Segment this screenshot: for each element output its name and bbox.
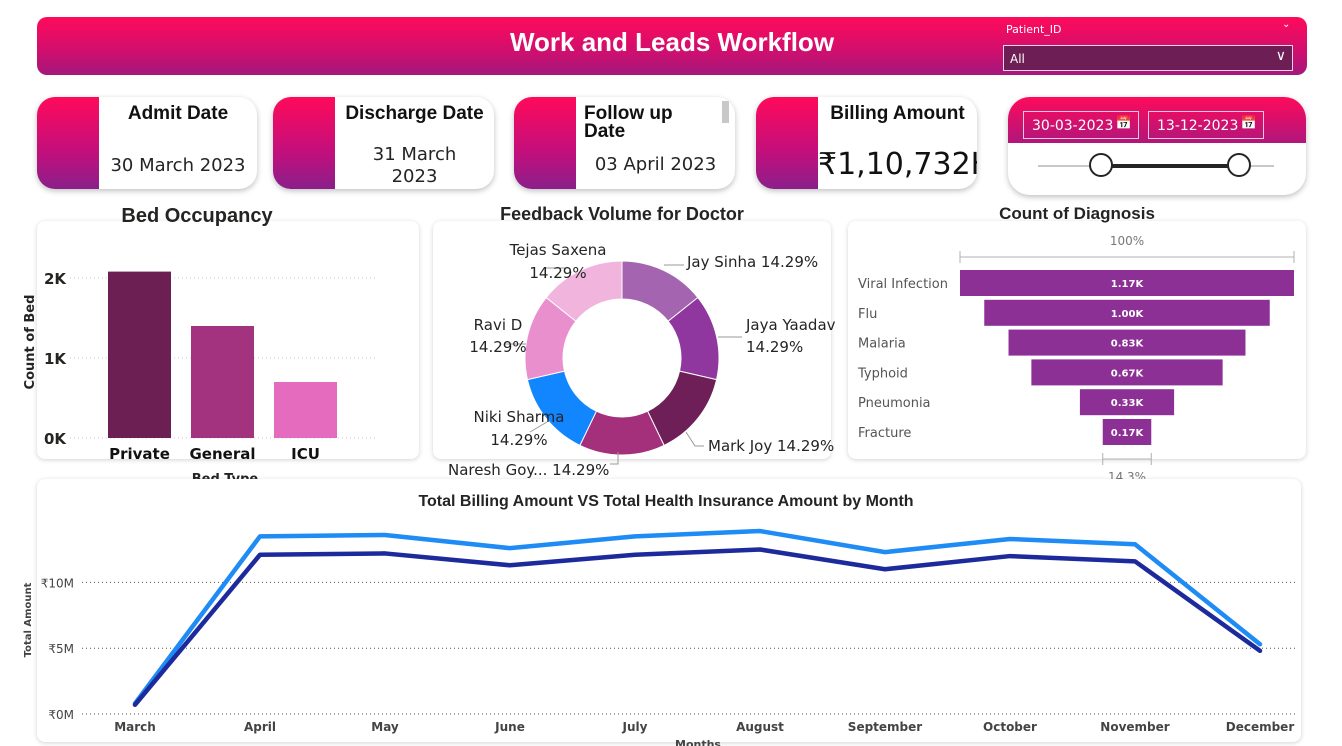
- x-tick-label: December: [1226, 720, 1295, 734]
- x-tick-label: October: [983, 720, 1037, 734]
- line-series-0: [132, 528, 1263, 706]
- y-axis-label: Total Amount: [23, 582, 34, 657]
- x-tick-label: August: [736, 720, 784, 734]
- x-tick-label: July: [622, 720, 648, 734]
- line-series-1: [132, 547, 1263, 708]
- y-tick-label: ₹5M: [48, 642, 74, 656]
- y-tick-label: ₹0M: [48, 708, 74, 722]
- billing-line-chart: ₹0M ₹5M ₹10M March April May June July August Sep…: [23, 528, 1296, 746]
- x-axis-label: Months: [675, 738, 721, 746]
- x-tick-label: April: [244, 720, 276, 734]
- x-tick-label: November: [1100, 720, 1169, 734]
- y-tick-label: ₹10M: [41, 576, 74, 590]
- x-tick-label: March: [114, 720, 156, 734]
- x-tick-label: June: [494, 720, 525, 734]
- x-tick-label: May: [371, 720, 399, 734]
- x-tick-label: September: [848, 720, 922, 734]
